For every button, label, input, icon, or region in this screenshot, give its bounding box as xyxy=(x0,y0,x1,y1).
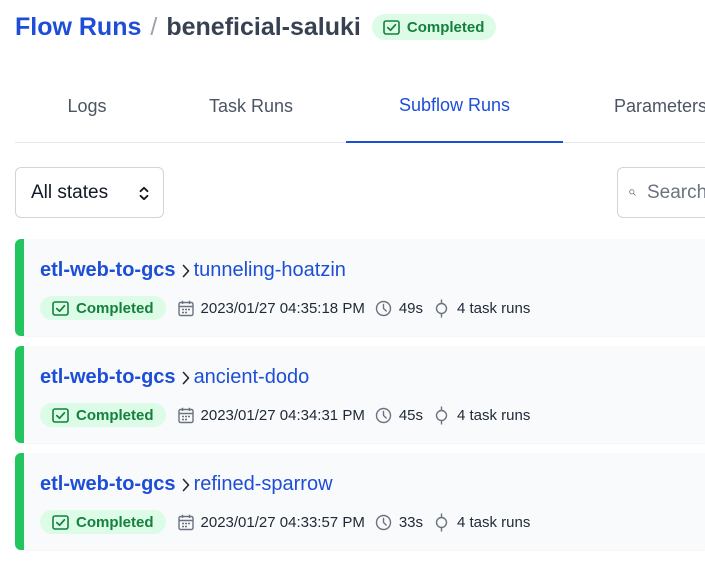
flow-name-link[interactable]: etl-web-to-gcs xyxy=(40,259,176,282)
start-time: 2023/01/27 04:35:18 PM xyxy=(177,299,365,317)
check-square-icon xyxy=(52,514,69,530)
subflow-run-card[interactable]: etl-web-to-gcs refined-sparrow Completed… xyxy=(15,453,705,550)
duration: 45s xyxy=(375,407,423,424)
flow-run-name-link[interactable]: ancient-dodo xyxy=(194,366,310,389)
subflow-run-meta: Completed 2023/01/27 04:35:18 PM 49s 4 t… xyxy=(40,296,540,320)
chevron-right-icon xyxy=(182,264,189,277)
check-square-icon xyxy=(52,407,69,423)
state-badge: Completed xyxy=(371,14,497,40)
subflow-run-title: etl-web-to-gcs ancient-dodo xyxy=(40,366,309,389)
search-icon xyxy=(629,189,636,196)
clock-icon xyxy=(375,300,392,316)
clock-icon xyxy=(375,407,392,423)
search-box xyxy=(617,167,705,218)
chevron-up-down-icon xyxy=(139,186,149,201)
state-filter-value: All states xyxy=(31,181,109,203)
subflow-run-meta: Completed 2023/01/27 04:33:57 PM 33s 4 t… xyxy=(40,510,540,534)
subflow-run-card[interactable]: etl-web-to-gcs ancient-dodo Completed 20… xyxy=(15,346,705,443)
page-header: Flow Runs / beneficial-saluki Completed xyxy=(15,10,497,44)
check-square-icon xyxy=(52,300,69,316)
state-badge-label: Completed xyxy=(76,513,154,531)
start-time: 2023/01/27 04:33:57 PM xyxy=(177,513,365,531)
tab-logs[interactable]: Logs xyxy=(17,70,157,142)
calendar-icon xyxy=(177,407,194,423)
subflow-run-title: etl-web-to-gcs tunneling-hoatzin xyxy=(40,259,346,282)
task-run-count-value: 4 task runs xyxy=(457,299,531,317)
state-color-bar xyxy=(15,453,24,550)
clock-icon xyxy=(375,514,392,530)
breadcrumb-flow-runs-link[interactable]: Flow Runs xyxy=(15,13,141,42)
subflow-run-title: etl-web-to-gcs refined-sparrow xyxy=(40,473,333,496)
state-badge: Completed xyxy=(40,403,166,427)
state-color-bar xyxy=(15,239,24,336)
state-badge-label: Completed xyxy=(76,299,154,317)
tab-bar: Logs Task Runs Subflow Runs Parameters xyxy=(15,70,705,143)
state-badge-label: Completed xyxy=(76,406,154,424)
state-badge-label: Completed xyxy=(406,18,485,36)
page-title: beneficial-saluki xyxy=(166,12,361,41)
task-run-count: 4 task runs xyxy=(433,299,530,318)
state-badge: Completed xyxy=(40,510,166,534)
flow-run-name-link[interactable]: tunneling-hoatzin xyxy=(194,259,346,282)
chevron-right-icon xyxy=(182,478,189,491)
start-time: 2023/01/27 04:34:31 PM xyxy=(177,406,365,424)
subflow-run-meta: Completed 2023/01/27 04:34:31 PM 45s 4 t… xyxy=(40,403,540,427)
task-run-count-value: 4 task runs xyxy=(457,406,531,424)
start-time-value: 2023/01/27 04:35:18 PM xyxy=(200,299,365,317)
duration: 49s xyxy=(375,300,423,317)
chevron-right-icon xyxy=(182,371,189,384)
flow-name-link[interactable]: etl-web-to-gcs xyxy=(40,473,176,496)
task-run-icon xyxy=(435,513,448,531)
duration: 33s xyxy=(375,514,423,531)
breadcrumb-separator: / xyxy=(150,12,158,41)
flow-run-name-link[interactable]: refined-sparrow xyxy=(194,473,333,496)
duration-value: 45s xyxy=(398,406,423,424)
check-square-icon xyxy=(383,19,400,35)
task-run-icon xyxy=(435,299,448,317)
task-run-icon xyxy=(435,406,448,424)
subflow-run-card[interactable]: etl-web-to-gcs tunneling-hoatzin Complet… xyxy=(15,239,705,336)
start-time-value: 2023/01/27 04:34:31 PM xyxy=(200,406,365,424)
tab-task-runs[interactable]: Task Runs xyxy=(181,70,321,142)
tab-subflow-runs[interactable]: Subflow Runs xyxy=(346,70,563,143)
tab-parameters[interactable]: Parameters xyxy=(614,70,705,142)
calendar-icon xyxy=(177,300,194,316)
state-color-bar xyxy=(15,346,24,443)
duration-value: 49s xyxy=(398,299,423,317)
task-run-count: 4 task runs xyxy=(433,513,530,532)
search-input[interactable] xyxy=(647,181,705,204)
task-run-count-value: 4 task runs xyxy=(457,513,531,531)
duration-value: 33s xyxy=(398,513,423,531)
task-run-count: 4 task runs xyxy=(433,406,530,425)
flow-name-link[interactable]: etl-web-to-gcs xyxy=(40,366,176,389)
state-filter-select[interactable]: All states xyxy=(15,167,164,218)
start-time-value: 2023/01/27 04:33:57 PM xyxy=(200,513,365,531)
state-badge: Completed xyxy=(40,296,166,320)
calendar-icon xyxy=(177,514,194,530)
